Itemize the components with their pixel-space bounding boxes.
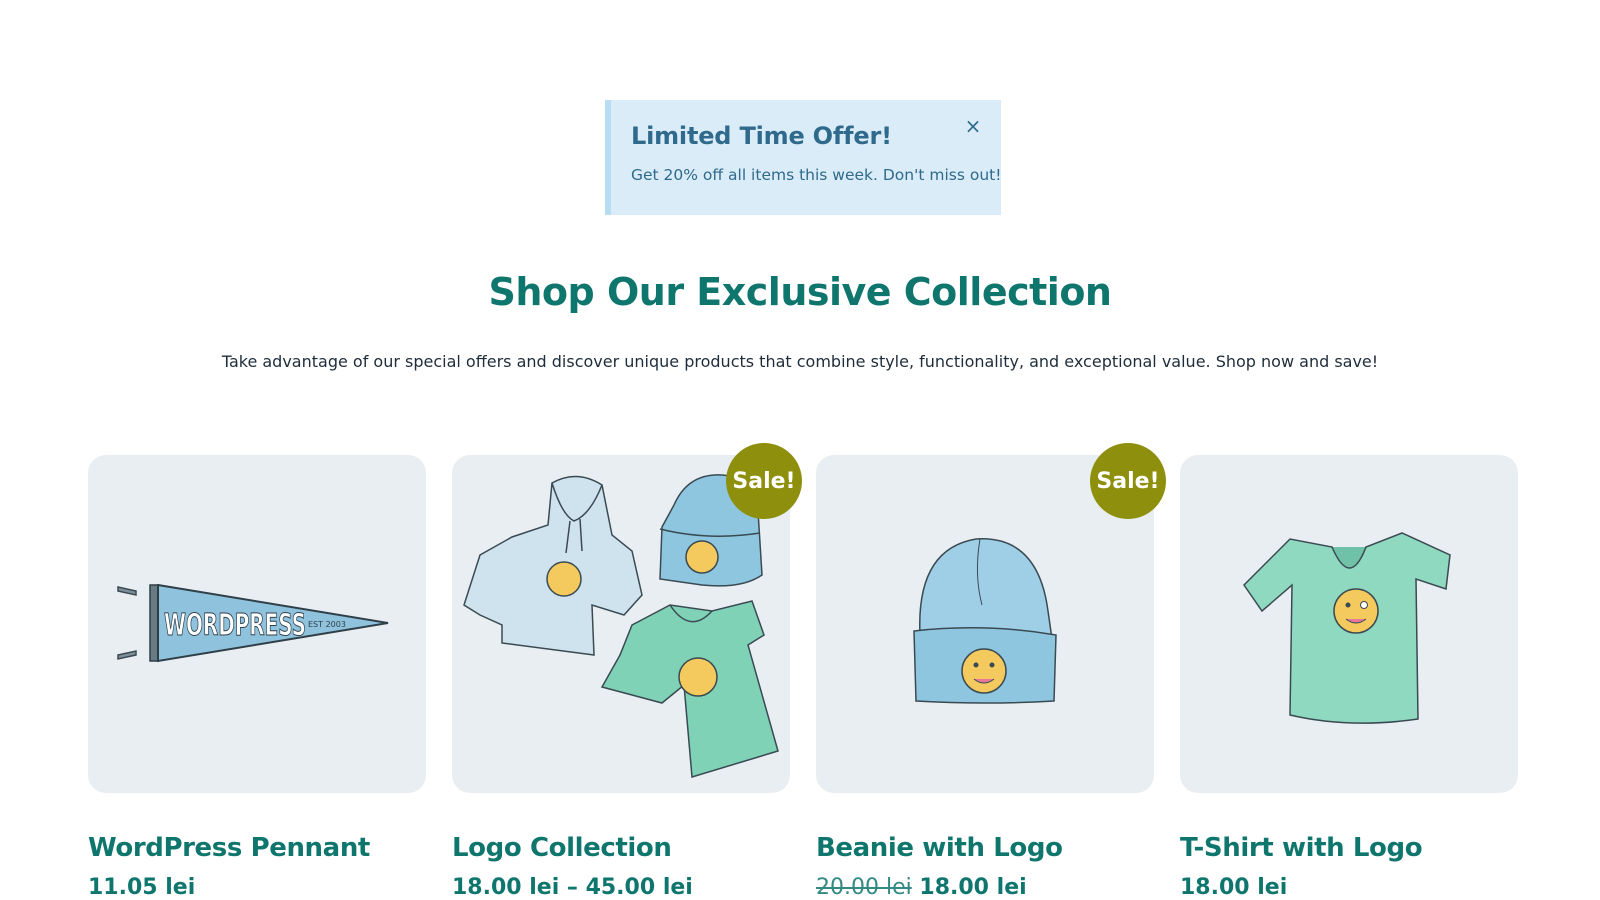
price-current: 11.05 lei: [88, 875, 196, 900]
product-card: WORDPRESS EST 2003 WordPress Pennant 11.…: [88, 455, 426, 900]
price-current: 18.00 lei: [919, 875, 1027, 900]
product-card: Sale! Beanie with Logo 20.00 lei 18.00 l…: [816, 443, 1166, 900]
product-price: 20.00 lei 18.00 lei: [816, 875, 1154, 900]
pennant-image: WORDPRESS EST 2003: [117, 583, 389, 663]
notice-title: Limited Time Offer!: [631, 122, 892, 150]
limited-offer-notice: Limited Time Offer! Get 20% off all item…: [605, 100, 1001, 215]
product-grid: WORDPRESS EST 2003 WordPress Pennant 11.…: [88, 443, 1520, 900]
product-price: 18.00 lei – 45.00 lei: [452, 875, 790, 900]
sale-badge: Sale!: [726, 443, 802, 519]
pennant-text: WORDPRESS: [164, 608, 306, 643]
notice-text: Get 20% off all items this week. Don't m…: [631, 166, 1002, 184]
sale-badge: Sale!: [1090, 443, 1166, 519]
product-image-link[interactable]: [1180, 455, 1518, 793]
product-price: 11.05 lei: [88, 875, 426, 900]
product-card: T-Shirt with Logo 18.00 lei: [1180, 455, 1518, 900]
product-title[interactable]: T-Shirt with Logo: [1180, 833, 1518, 863]
product-title[interactable]: Logo Collection: [452, 833, 790, 863]
pennant-sub-text: EST 2003: [308, 620, 346, 629]
close-icon[interactable]: ×: [963, 116, 983, 136]
product-image-link[interactable]: Sale!: [452, 443, 802, 793]
product-price: 18.00 lei: [1180, 875, 1518, 900]
tshirt-image: [1243, 532, 1451, 724]
price-current: 18.00 lei – 45.00 lei: [452, 875, 693, 900]
product-title[interactable]: Beanie with Logo: [816, 833, 1154, 863]
product-title[interactable]: WordPress Pennant: [88, 833, 426, 863]
price-current: 18.00 lei: [1180, 875, 1288, 900]
price-old: 20.00 lei: [816, 875, 912, 900]
product-card: Sale! Logo Collection 18.00 lei – 45.00 …: [452, 443, 802, 900]
section-heading: Shop Our Exclusive Collection: [488, 270, 1112, 314]
product-image-link[interactable]: Sale!: [816, 443, 1166, 793]
product-image-link[interactable]: WORDPRESS EST 2003: [88, 455, 426, 793]
section-intro: Take advantage of our special offers and…: [221, 352, 1379, 371]
